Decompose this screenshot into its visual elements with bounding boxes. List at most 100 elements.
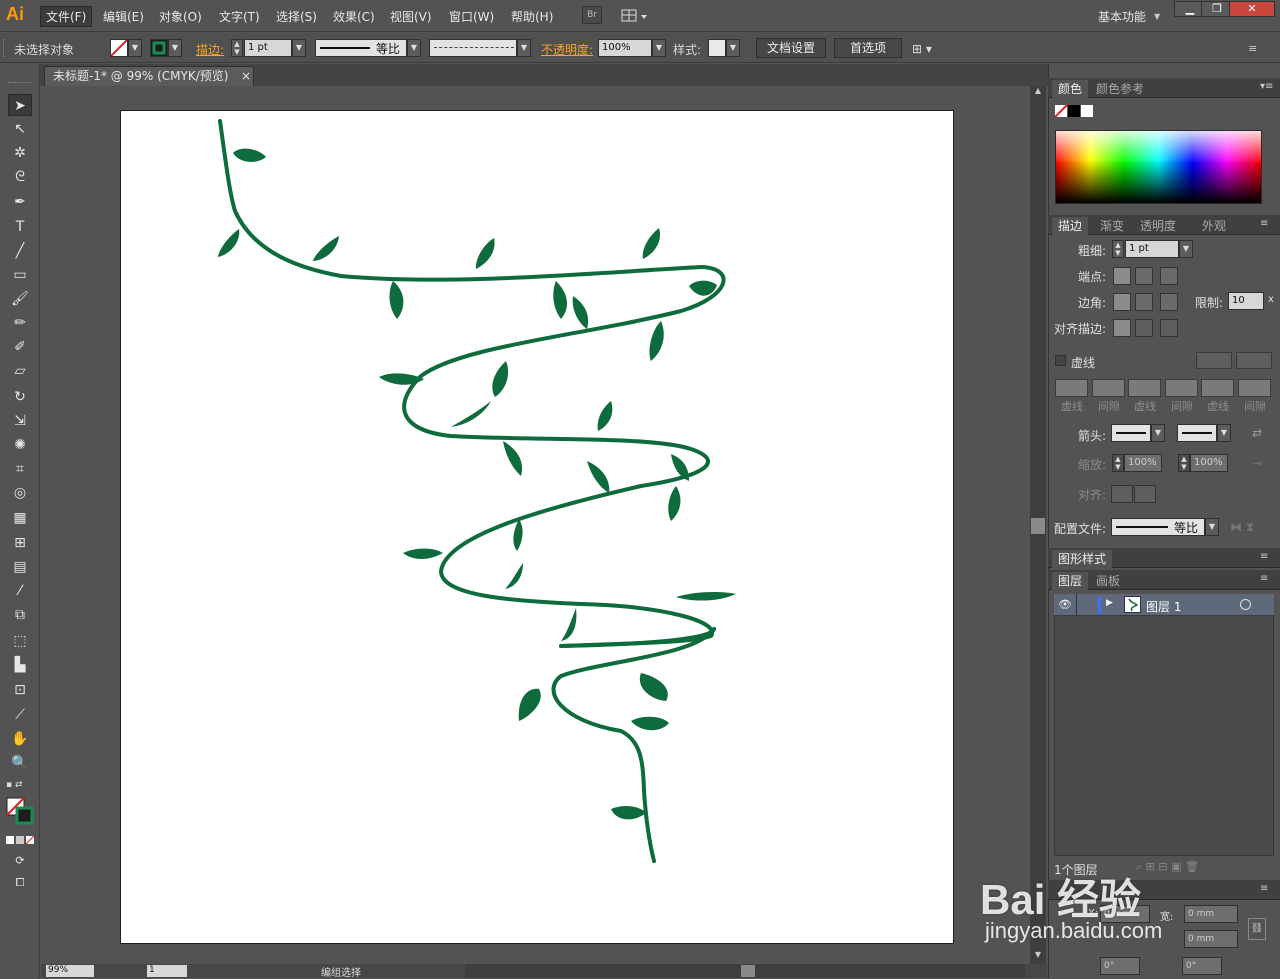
opacity-label[interactable]: 不透明度:: [541, 41, 593, 58]
blob-brush-tool-icon[interactable]: ✐: [8, 336, 32, 358]
hscroll-thumb[interactable]: [741, 965, 755, 977]
bevel-join-icon[interactable]: [1160, 293, 1178, 311]
blend-tool-icon[interactable]: ⧉: [8, 604, 32, 626]
warp-tool-icon[interactable]: ✺: [8, 434, 32, 456]
menu-help[interactable]: 帮助(H): [511, 8, 553, 25]
layers-list[interactable]: [1054, 594, 1274, 856]
pen-tool-icon[interactable]: ✒: [8, 191, 32, 213]
free-transform-tool-icon[interactable]: ⌗: [8, 458, 32, 480]
stroke-panel-menu-icon[interactable]: ≡: [1260, 218, 1268, 229]
color-mode-icons[interactable]: [6, 834, 36, 845]
scale-end-stepper[interactable]: ▲ ▼: [1178, 454, 1190, 472]
scale-start-stepper[interactable]: ▲ ▼: [1112, 454, 1124, 472]
rotate-tool-icon[interactable]: ↻: [8, 386, 32, 408]
gap-input-1[interactable]: [1092, 379, 1125, 397]
round-join-icon[interactable]: [1135, 293, 1153, 311]
stroke-profile-dropdown[interactable]: ▼: [407, 39, 421, 57]
preferences-button[interactable]: 首选项: [834, 38, 902, 58]
type-tool-icon[interactable]: T: [8, 216, 32, 238]
menu-window[interactable]: 窗口(W): [449, 8, 494, 25]
opacity-input[interactable]: 100%: [598, 39, 652, 57]
lasso-tool-icon[interactable]: ᘓ: [8, 166, 32, 188]
align-inside-icon[interactable]: [1135, 319, 1153, 337]
limit-input[interactable]: 10: [1228, 292, 1264, 310]
stroke-label[interactable]: 描边:: [196, 41, 224, 58]
stroke-profile-select[interactable]: 等比: [315, 39, 407, 57]
menu-file[interactable]: 文件(F): [40, 6, 93, 27]
fill-dropdown[interactable]: ▼: [128, 39, 142, 57]
graphic-style-swatch[interactable]: [708, 39, 726, 57]
w-input[interactable]: 0 mm: [1184, 905, 1238, 923]
eraser-tool-icon[interactable]: ▱: [8, 360, 32, 382]
weight-input[interactable]: 1 pt: [1125, 240, 1179, 258]
target-circle-icon[interactable]: [1240, 599, 1251, 610]
tab-color[interactable]: 颜色: [1052, 80, 1089, 98]
scale-end-input[interactable]: 100%: [1190, 454, 1228, 472]
bridge-button[interactable]: Br: [582, 6, 602, 24]
menu-type[interactable]: 文字(T): [219, 8, 260, 25]
menu-edit[interactable]: 编辑(E): [103, 8, 144, 25]
tab-appearance[interactable]: 外观: [1196, 217, 1232, 235]
align-center-icon[interactable]: [1113, 319, 1131, 337]
align-outside-icon[interactable]: [1160, 319, 1178, 337]
flip-profile-icon[interactable]: ⧓ ⧗: [1230, 520, 1254, 535]
tab-layers[interactable]: 图层: [1052, 572, 1089, 590]
artboard-tool-icon[interactable]: ⊡: [8, 679, 32, 701]
h-input[interactable]: 0 mm: [1184, 930, 1238, 948]
document-tab[interactable]: 未标题-1* @ 99% (CMYK/预览) ×: [44, 66, 254, 86]
color-panel-menu-icon[interactable]: ▾≡: [1260, 81, 1273, 92]
color-none-black-white-swatches[interactable]: [1054, 104, 1095, 119]
profile-dropdown[interactable]: ▼: [1205, 518, 1219, 536]
horizontal-scrollbar[interactable]: [465, 964, 1025, 978]
fill-stroke-indicator[interactable]: [6, 797, 34, 825]
layer-footer-icons[interactable]: ⌕ ⊞ ⊟ ▣ 🗑: [1136, 860, 1199, 874]
menu-view[interactable]: 视图(V): [390, 8, 432, 25]
layer-row[interactable]: 👁 ▶ 图层 1: [1054, 594, 1274, 616]
arrange-icon[interactable]: ⊞ ▾: [912, 42, 932, 56]
stroke-swatch[interactable]: [150, 39, 168, 57]
start-arrowhead-dropdown[interactable]: ▼: [1151, 424, 1165, 442]
scroll-thumb[interactable]: [1031, 518, 1045, 534]
scroll-up-icon[interactable]: ▲: [1030, 86, 1046, 100]
dash-input-2[interactable]: [1128, 379, 1161, 397]
menu-select[interactable]: 选择(S): [276, 8, 317, 25]
gradient-tool-icon[interactable]: ▤: [8, 556, 32, 578]
tab-color-guide[interactable]: 颜色参考: [1090, 80, 1150, 98]
profile-select[interactable]: 等比: [1111, 518, 1205, 536]
menu-effect[interactable]: 效果(C): [333, 8, 375, 25]
vine-artwork[interactable]: [121, 111, 955, 945]
pencil-tool-icon[interactable]: ✏: [8, 312, 32, 334]
tab-gradient[interactable]: 渐变: [1094, 217, 1130, 235]
miter-join-icon[interactable]: [1113, 293, 1131, 311]
end-arrowhead-select[interactable]: [1177, 424, 1217, 442]
scroll-down-icon[interactable]: ▼: [1030, 950, 1046, 964]
slice-tool-icon[interactable]: ⟋: [8, 704, 32, 726]
end-arrowhead-dropdown[interactable]: ▼: [1217, 424, 1231, 442]
opacity-dropdown[interactable]: ▼: [652, 39, 666, 57]
shear-angle-input[interactable]: 0°: [1182, 957, 1222, 975]
draw-mode-icon[interactable]: ⟳: [8, 850, 32, 872]
link-scale-icon[interactable]: ⊸: [1252, 456, 1262, 470]
weight-dropdown[interactable]: ▼: [1179, 240, 1193, 258]
swap-colors-icon[interactable]: ▪ ⇄: [6, 780, 36, 792]
document-setup-button[interactable]: 文档设置: [756, 38, 826, 58]
shape-builder-tool-icon[interactable]: ◎: [8, 482, 32, 504]
menu-object[interactable]: 对象(O): [159, 8, 202, 25]
dash-preserve-icon[interactable]: [1196, 352, 1232, 369]
stroke-weight-input[interactable]: 1 pt: [244, 39, 292, 57]
symbol-sprayer-tool-icon[interactable]: ⬚: [8, 630, 32, 652]
stroke-weight-stepper[interactable]: ▲ ▼: [231, 39, 243, 57]
close-button[interactable]: ✕: [1229, 1, 1275, 17]
tab-transparency[interactable]: 透明度: [1134, 217, 1182, 235]
mesh-tool-icon[interactable]: ⊞: [8, 532, 32, 554]
artboard-number-input[interactable]: 1: [147, 965, 187, 977]
screen-mode-icon[interactable]: ⧠: [8, 872, 32, 894]
arrow-align-1-icon[interactable]: [1111, 485, 1133, 503]
selection-tool-icon[interactable]: ➤: [8, 94, 32, 116]
layers-menu-icon[interactable]: ≡: [1260, 573, 1268, 584]
paintbrush-tool-icon[interactable]: 🖌: [8, 288, 32, 310]
swap-arrows-icon[interactable]: ⇄: [1252, 426, 1262, 440]
arrow-align-2-icon[interactable]: [1134, 485, 1156, 503]
start-arrowhead-select[interactable]: [1111, 424, 1151, 442]
layer-name[interactable]: 图层 1: [1146, 598, 1181, 615]
